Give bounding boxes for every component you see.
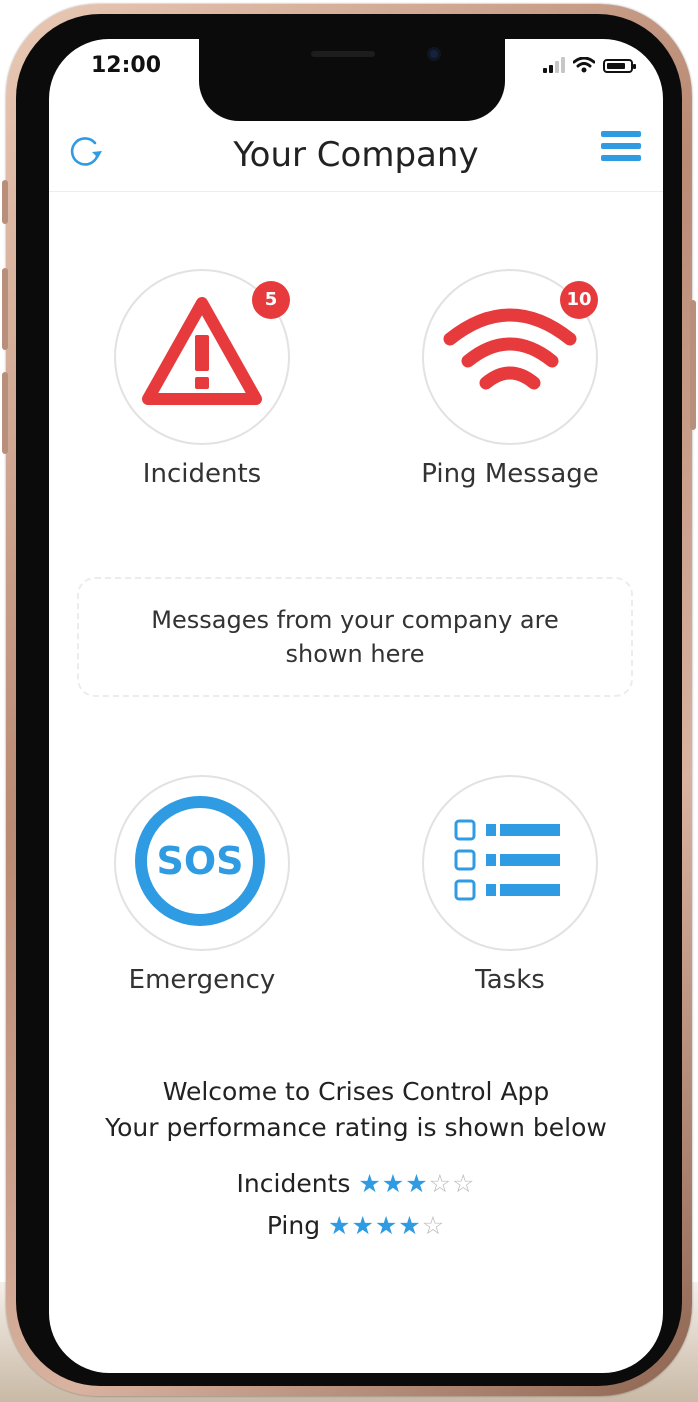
speaker-grille <box>311 51 375 57</box>
company-messages-box: Messages from your company are shown her… <box>77 577 633 697</box>
star-filled-icon: ★ <box>351 1211 375 1240</box>
company-messages-text: Messages from your company are shown her… <box>151 606 559 668</box>
incidents-label: Incidents <box>142 459 262 489</box>
incidents-circle: 5 <box>114 269 290 445</box>
power-button <box>690 300 696 430</box>
phone-screen: 12:00 Your Company 5 Incidents 10 Ping M… <box>49 39 663 1373</box>
cellular-signal-icon <box>543 57 565 73</box>
status-time: 12:00 <box>91 53 162 78</box>
ping-message-circle: 10 <box>422 269 598 445</box>
ping-rating: Ping ★★★★☆ <box>49 1211 663 1240</box>
status-icons <box>543 57 636 73</box>
star-filled-icon: ★ <box>405 1169 429 1198</box>
welcome-line-2: Your performance rating is shown below <box>105 1113 607 1142</box>
incidents-rating-label: Incidents <box>236 1169 351 1198</box>
emergency-tile[interactable]: SOS Emergency <box>113 775 291 995</box>
tasks-tile[interactable]: Tasks <box>421 775 599 995</box>
svg-text:SOS: SOS <box>156 839 243 883</box>
welcome-line-1: Welcome to Crises Control App <box>162 1077 550 1106</box>
app-header: Your Company <box>49 121 663 192</box>
ping-message-tile[interactable]: 10 Ping Message <box>421 269 599 489</box>
tasks-label: Tasks <box>475 965 545 995</box>
warning-triangle-icon <box>142 297 262 405</box>
hamburger-menu-icon[interactable] <box>601 131 641 165</box>
notch <box>199 39 505 121</box>
star-filled-icon: ★ <box>328 1211 352 1240</box>
wifi-signal-icon <box>443 308 577 390</box>
front-camera <box>427 47 441 61</box>
sos-icon: SOS <box>135 796 265 926</box>
incidents-badge: 5 <box>252 281 290 319</box>
star-empty-icon: ☆ <box>421 1211 446 1240</box>
star-empty-icon: ☆ <box>428 1169 453 1198</box>
incidents-rating-stars: ★★★☆☆ <box>358 1169 475 1198</box>
star-filled-icon: ★ <box>381 1169 406 1198</box>
page-title: Your Company <box>233 135 479 175</box>
tasks-circle <box>422 775 598 951</box>
wifi-status-icon <box>573 57 595 73</box>
battery-icon <box>603 59 636 73</box>
incidents-rating: Incidents ★★★☆☆ <box>49 1169 663 1198</box>
star-filled-icon: ★ <box>358 1169 382 1198</box>
ping-rating-stars: ★★★★☆ <box>328 1211 445 1240</box>
ping-message-badge: 10 <box>560 281 598 319</box>
mute-switch <box>2 180 8 224</box>
volume-up-button <box>2 268 8 350</box>
star-empty-icon: ☆ <box>452 1169 476 1198</box>
emergency-circle: SOS <box>114 775 290 951</box>
star-filled-icon: ★ <box>374 1211 399 1240</box>
incidents-tile[interactable]: 5 Incidents <box>113 269 291 489</box>
volume-down-button <box>2 372 8 454</box>
ping-rating-label: Ping <box>266 1211 321 1240</box>
star-filled-icon: ★ <box>398 1211 422 1240</box>
emergency-label: Emergency <box>128 965 276 995</box>
task-list-icon <box>454 819 560 901</box>
ping-message-label: Ping Message <box>421 459 599 489</box>
